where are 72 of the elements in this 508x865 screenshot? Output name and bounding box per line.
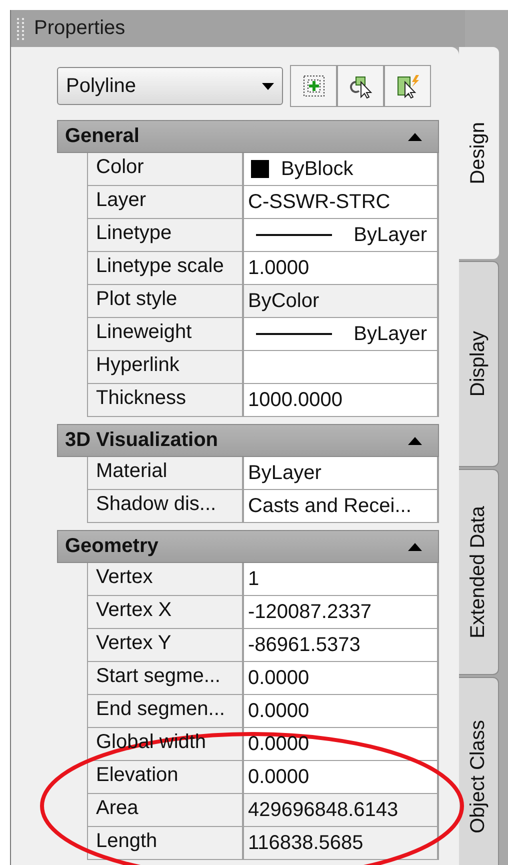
property-label: Vertex (96, 566, 153, 588)
property-label: Linetype (96, 222, 172, 244)
property-value[interactable]: ByColor (244, 285, 439, 318)
value-text: -86961.5373 (248, 634, 360, 656)
section-title: General (65, 125, 140, 148)
value-text: 0.0000 (248, 732, 310, 756)
value-text: ByLayer (354, 322, 427, 346)
caret-icon (262, 82, 274, 90)
value-text: ByColor (248, 290, 320, 312)
property-value[interactable]: -86961.5373 (244, 629, 439, 662)
toolbar-button[interactable] (337, 65, 384, 107)
value-text: Casts and Recei... (248, 494, 412, 518)
side-tab[interactable]: Display (459, 261, 499, 467)
property-label: Material (96, 460, 168, 482)
property-value[interactable]: 1000.0000 (244, 384, 439, 417)
section-header[interactable]: General (57, 120, 439, 153)
property-value[interactable]: ByLayer (244, 219, 439, 252)
property-label: Vertex X (96, 599, 172, 621)
property-label: Area (96, 797, 138, 819)
grip-handle[interactable] (17, 18, 24, 40)
property-value[interactable]: 0.0000 (244, 662, 439, 695)
property-value[interactable] (244, 351, 439, 384)
property-value[interactable]: 1 (244, 563, 439, 596)
value-text: 0.0000 (248, 766, 310, 788)
value-text: ByLayer (354, 224, 427, 246)
property-value[interactable]: 0.0000 (244, 761, 439, 794)
property-value[interactable]: C-SSWR-STRC (244, 186, 439, 219)
value-text: 116838.5685 (248, 832, 364, 854)
property-label: Plot style (96, 288, 178, 310)
property-value[interactable]: ByLayer (244, 318, 439, 351)
property-label: Color (96, 156, 144, 178)
side-tab[interactable]: Design (459, 47, 499, 259)
property-label: Vertex Y (96, 632, 172, 654)
property-label: Thickness (96, 387, 186, 409)
value-text: 1 (248, 568, 260, 590)
property-value[interactable]: -120087.2337 (244, 596, 439, 629)
property-label: Shadow dis... (96, 493, 216, 515)
property-label: End segmen... (96, 698, 225, 720)
object-type-dropdown[interactable]: Polyline (57, 67, 283, 105)
toolbar-button[interactable] (384, 65, 431, 107)
section-header[interactable]: Geometry (57, 530, 439, 563)
value-text: -120087.2337 (248, 600, 372, 624)
property-value[interactable]: 0.0000 (244, 695, 439, 728)
property-label: Elevation (96, 764, 178, 786)
property-value[interactable]: 116838.5685 (244, 827, 439, 860)
property-value[interactable]: 429696848.6143 (244, 794, 439, 827)
section-title: Geometry (65, 535, 158, 558)
value-text: 0.0000 (248, 700, 310, 722)
property-label: Hyperlink (96, 354, 180, 376)
value-text: ByLayer (248, 462, 322, 484)
value-text: ByBlock (281, 158, 354, 180)
section-header[interactable]: 3D Visualization (57, 424, 439, 457)
value-text: 0.0000 (248, 666, 310, 690)
side-tab[interactable]: Extended Data (459, 469, 499, 675)
property-value[interactable]: 1.0000 (244, 252, 439, 285)
value-text: 429696848.6143 (248, 798, 398, 822)
value-text: C-SSWR-STRC (248, 190, 390, 214)
window-title: Properties (34, 17, 126, 40)
property-label: Start segme... (96, 665, 220, 687)
property-value[interactable]: 0.0000 (244, 728, 439, 761)
value-text: 1000.0000 (248, 388, 343, 412)
property-label: Linetype scale (96, 255, 224, 277)
property-label: Length (96, 830, 158, 852)
property-label: Layer (96, 189, 146, 211)
value-text: 1.0000 (248, 256, 310, 280)
property-value[interactable]: ByLayer (244, 457, 439, 490)
section-title: 3D Visualization (65, 429, 218, 452)
property-value[interactable]: ByBlock (244, 153, 439, 186)
property-label: Lineweight (96, 321, 192, 343)
toolbar-button[interactable] (290, 65, 337, 107)
side-tab[interactable]: Object Class (459, 677, 499, 865)
property-value[interactable]: Casts and Recei... (244, 490, 439, 523)
